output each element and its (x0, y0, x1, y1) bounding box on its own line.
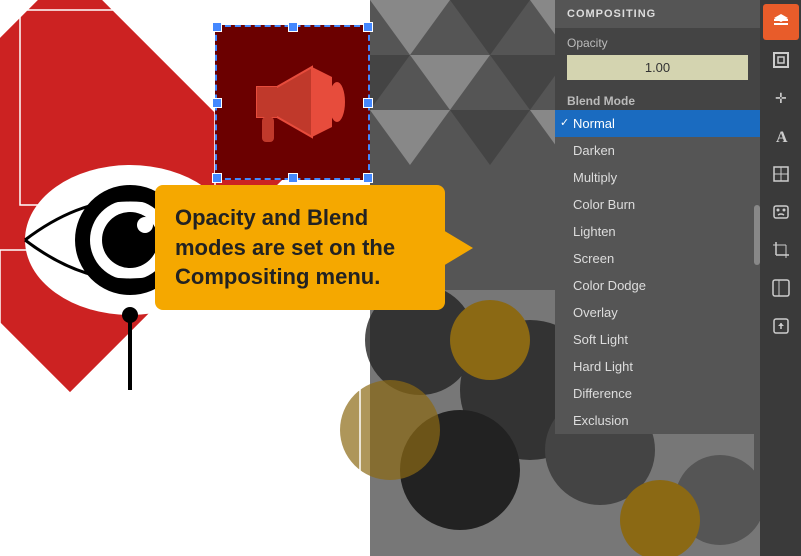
opacity-input[interactable] (567, 55, 748, 80)
handle-bl[interactable] (212, 173, 222, 183)
right-toolbar: ✛ A (760, 0, 801, 556)
mask-icon-btn[interactable] (763, 194, 799, 230)
speech-bubble: Opacity and Blend modes are set on the C… (155, 185, 445, 310)
opacity-label: Opacity (567, 36, 748, 50)
handle-br[interactable] (363, 173, 373, 183)
handle-mr[interactable] (363, 98, 373, 108)
handle-tl[interactable] (212, 22, 222, 32)
selected-element[interactable] (215, 25, 370, 180)
svg-text:✛: ✛ (775, 90, 787, 106)
crop-icon-btn[interactable] (763, 232, 799, 268)
handle-tc[interactable] (288, 22, 298, 32)
blend-item-lighten[interactable]: Lighten (555, 218, 760, 245)
blend-item-hard-light[interactable]: Hard Light (555, 353, 760, 380)
blend-item-color-dodge[interactable]: Color Dodge (555, 272, 760, 299)
panel-title: COMPOSITING (555, 0, 760, 28)
blend-item-overlay[interactable]: Overlay (555, 299, 760, 326)
blend-item-darken[interactable]: Darken (555, 137, 760, 164)
handle-bc[interactable] (288, 173, 298, 183)
speech-bubble-text: Opacity and Blend modes are set on the C… (175, 203, 425, 292)
blend-item-multiply[interactable]: Multiply (555, 164, 760, 191)
blend-item-difference[interactable]: Difference (555, 380, 760, 407)
table-icon-btn[interactable] (763, 156, 799, 192)
handle-ml[interactable] (212, 98, 222, 108)
blend-mode-dropdown: Normal Darken Multiply Color Burn Lighte… (555, 110, 760, 434)
blend-item-screen[interactable]: Screen (555, 245, 760, 272)
blend-item-exclusion[interactable]: Exclusion (555, 407, 760, 434)
compositing-panel: COMPOSITING Opacity Blend Mode Normal Da… (555, 0, 760, 434)
blend-item-color-burn[interactable]: Color Burn (555, 191, 760, 218)
layers-icon-btn[interactable] (763, 4, 799, 40)
blend-item-normal[interactable]: Normal (555, 110, 760, 137)
move-icon-btn[interactable]: ✛ (763, 80, 799, 116)
blend-mode-label: Blend Mode (555, 88, 760, 110)
frame-icon-btn[interactable] (763, 42, 799, 78)
swap-icon-btn[interactable] (763, 270, 799, 306)
blend-item-soft-light[interactable]: Soft Light (555, 326, 760, 353)
handle-tr[interactable] (363, 22, 373, 32)
export-icon-btn[interactable] (763, 308, 799, 344)
svg-text:A: A (776, 129, 788, 146)
text-icon-btn[interactable]: A (763, 118, 799, 154)
opacity-section: Opacity (555, 28, 760, 88)
